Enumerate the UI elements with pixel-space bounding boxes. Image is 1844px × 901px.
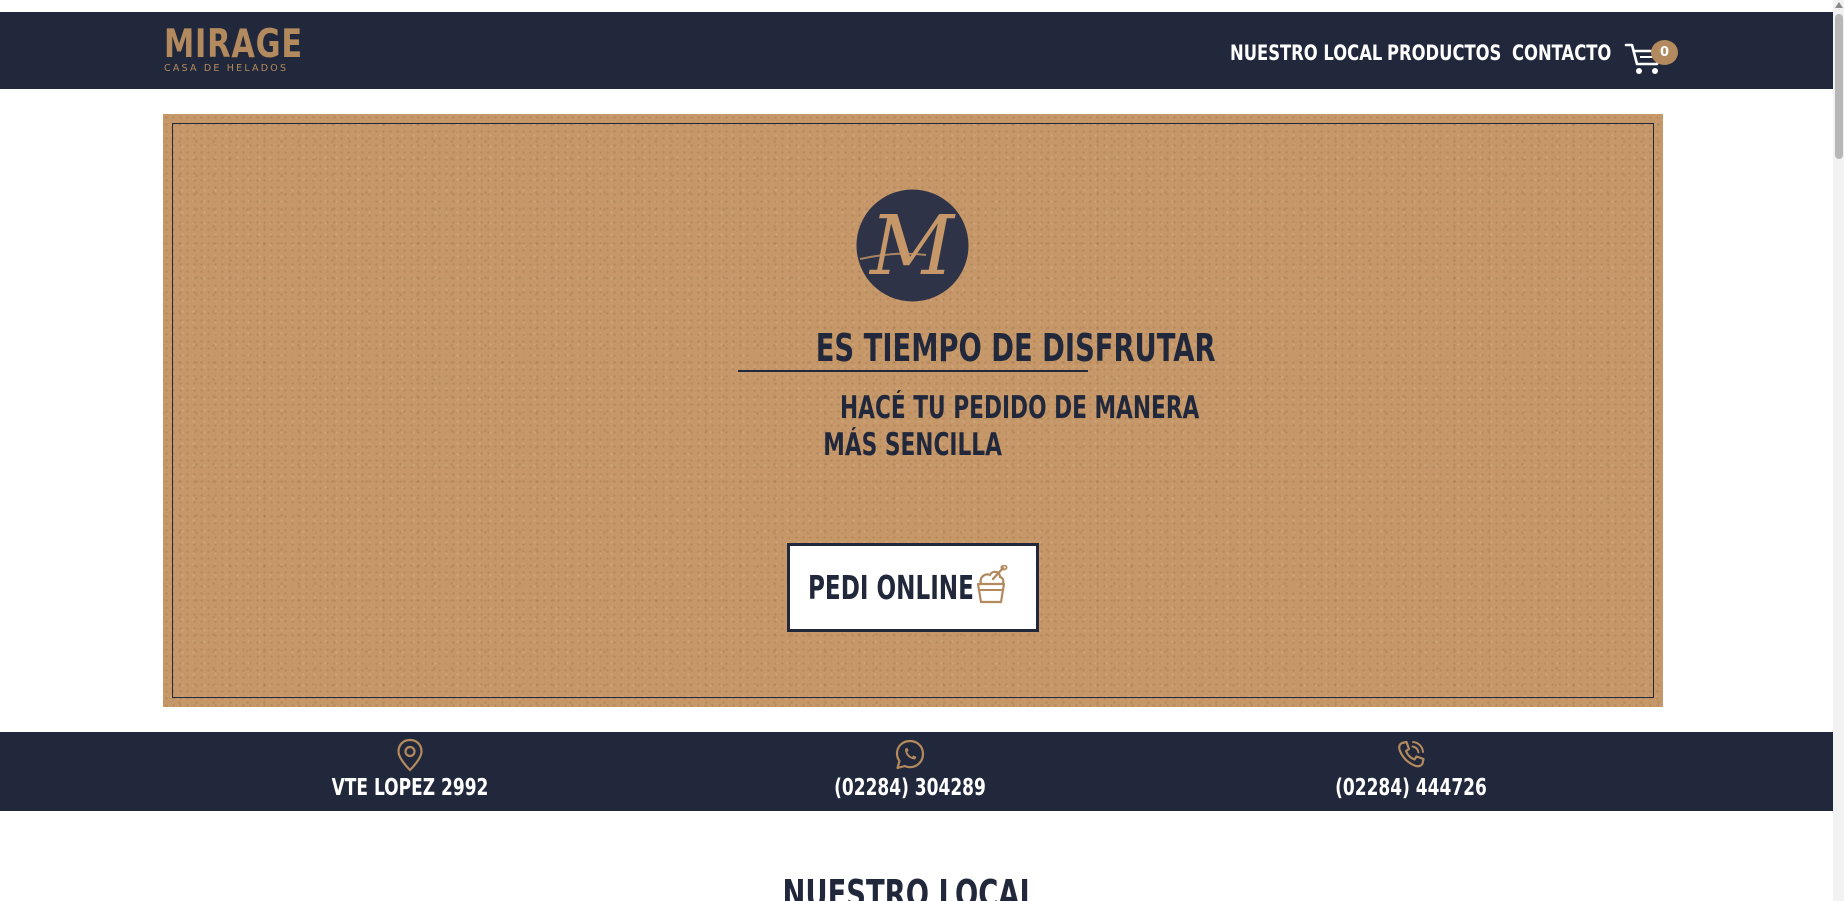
contact-whatsapp[interactable]: (02284) 304289: [780, 738, 1040, 808]
emblem-letter: M: [868, 199, 956, 294]
nav-item-contacto[interactable]: CONTACTO: [1512, 39, 1611, 67]
contact-bar: VTE LOPEZ 2992 (02284) 304289 (02284) 44…: [0, 732, 1833, 811]
site-header: MIRAGE CASA DE HELADOS NUESTRO LOCAL PRO…: [0, 12, 1833, 89]
nav-item-productos[interactable]: PRODUCTOS: [1387, 39, 1501, 67]
contact-address[interactable]: VTE LOPEZ 2992: [280, 738, 540, 808]
phone-icon: [1398, 740, 1425, 768]
contact-whatsapp-text: (02284) 304289: [834, 775, 986, 801]
nav-item-nuestro-local[interactable]: NUESTRO LOCAL: [1230, 39, 1382, 67]
brand-name: MIRAGE: [164, 22, 303, 67]
hero-title-text: ES TIEMPO DE DISFRUTAR: [815, 326, 1216, 370]
hero-subtitle: HACÉ TU PEDIDO DE MANERA MÁS SENCILLA: [763, 390, 1200, 464]
scroll-up-arrow-icon[interactable]: [1835, 2, 1843, 8]
top-strip: [0, 0, 1833, 12]
contact-phone[interactable]: (02284) 444726: [1281, 738, 1541, 808]
whatsapp-icon: [895, 739, 925, 770]
cart-count-badge: 0: [1651, 40, 1678, 65]
hero-title-underline: [738, 370, 1088, 372]
brand-logo[interactable]: MIRAGE CASA DE HELADOS: [164, 22, 303, 75]
order-online-label: PEDI ONLINE: [808, 568, 974, 607]
order-online-button[interactable]: PEDI ONLINE: [787, 543, 1039, 632]
section-heading-nuestro-local: NUESTRO LOCAL: [710, 870, 1110, 901]
location-pin-icon: [397, 738, 423, 772]
hero-banner: M ES TIEMPO DE DISFRUTAR HACÉ TU PEDIDO …: [163, 114, 1663, 707]
hero-subtitle-line-1: HACÉ TU PEDIDO DE MANERA: [840, 390, 1200, 426]
hero-subtitle-line-2: MÁS SENCILLA: [823, 427, 1003, 463]
scrollbar[interactable]: [1833, 0, 1844, 901]
scroll-thumb[interactable]: [1835, 14, 1843, 159]
ice-cream-cup-icon: [976, 565, 1008, 604]
contact-phone-text: (02284) 444726: [1335, 775, 1487, 801]
section-heading-text: NUESTRO LOCAL: [782, 872, 1038, 901]
contact-address-text: VTE LOPEZ 2992: [331, 775, 489, 801]
hero-title: ES TIEMPO DE DISFRUTAR: [738, 324, 1216, 372]
brand-emblem-icon: M: [856, 189, 969, 302]
cart-button[interactable]: 0: [1624, 30, 1680, 80]
